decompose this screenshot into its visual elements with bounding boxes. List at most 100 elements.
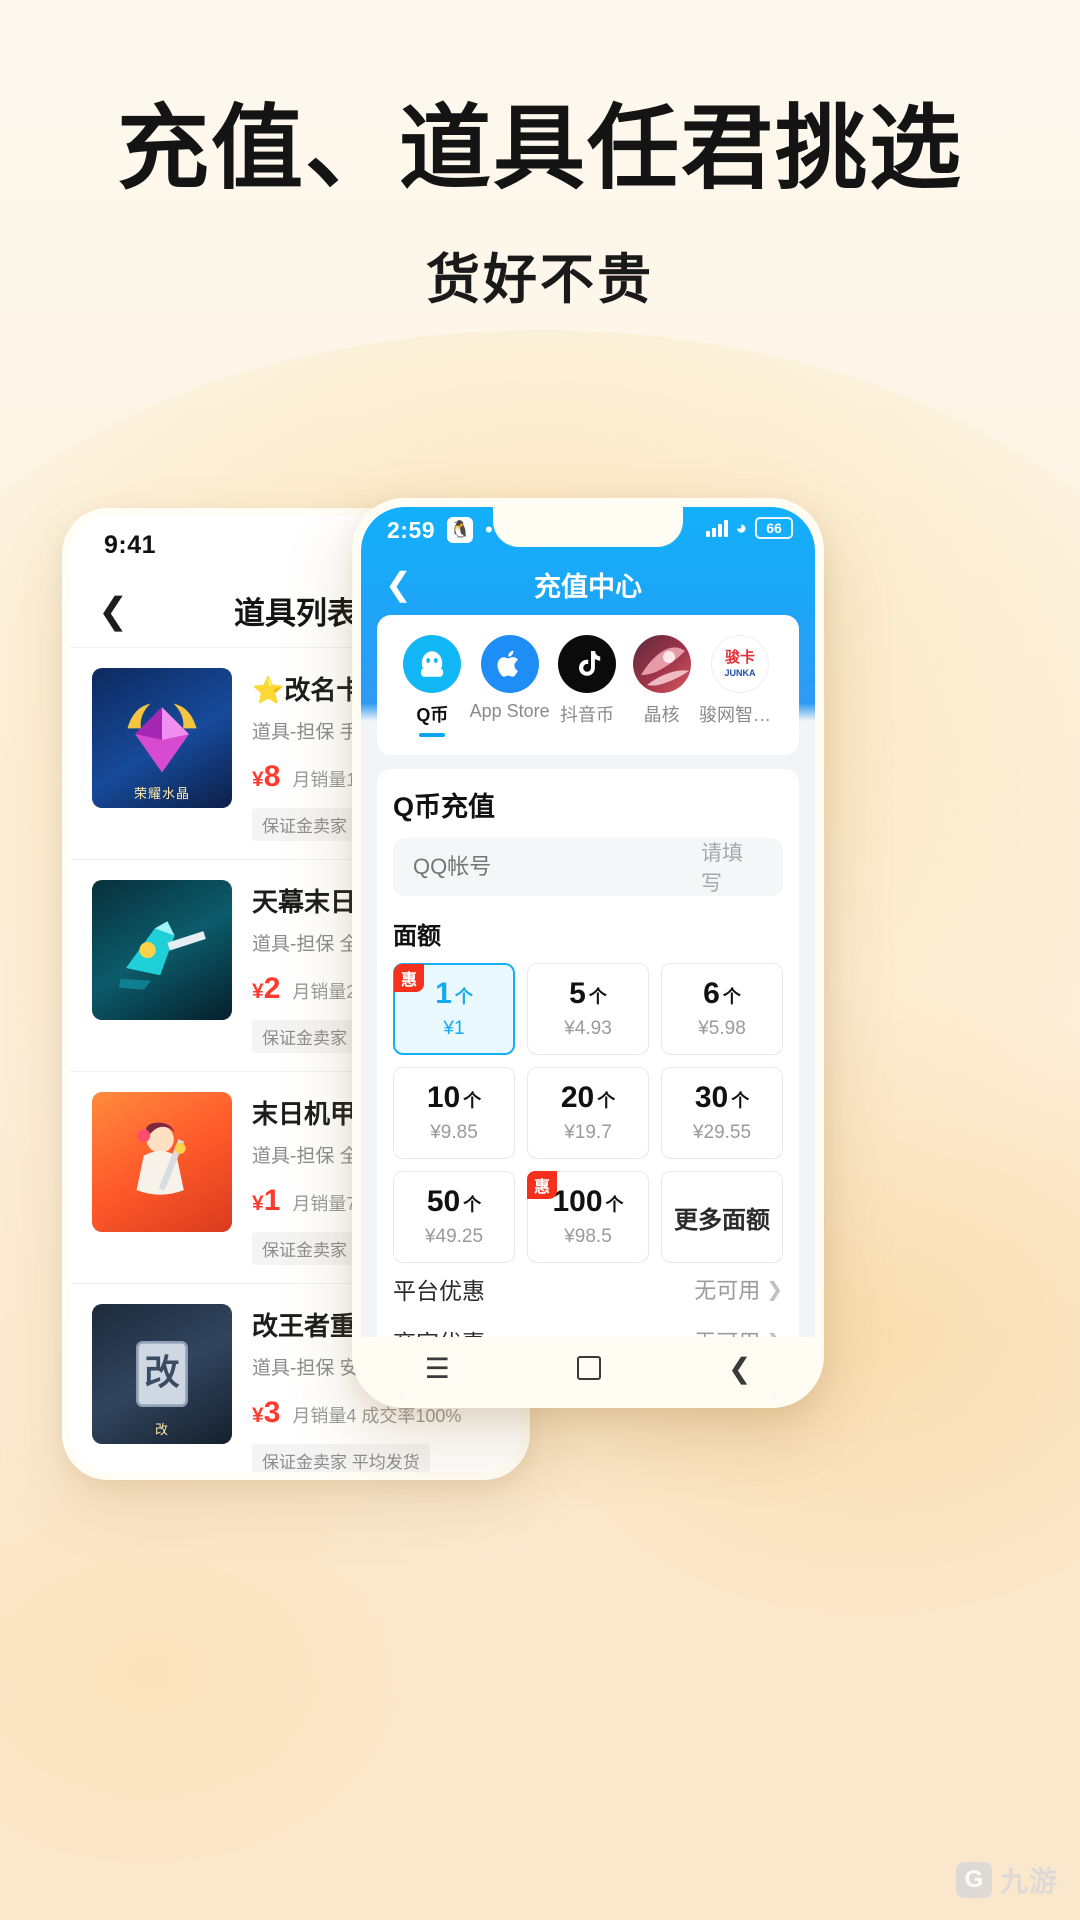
svg-text:JUNKA: JUNKA (724, 668, 756, 678)
promo-value-wrap: 无可用 ❯ (694, 1273, 783, 1305)
amount-value: 50 (426, 1184, 461, 1218)
currency-symbol: ¥ (252, 1404, 264, 1427)
more-denominations-label: 更多面额 (674, 1206, 770, 1234)
page-subtitle: 货好不贵 (426, 250, 654, 311)
price-value: 3 (263, 1396, 281, 1429)
denomination-price: ¥19.7 (564, 1121, 612, 1143)
status-time: 2:59 (387, 516, 436, 543)
denomination-amount: 5个 (569, 976, 607, 1010)
denomination-price: ¥98.5 (564, 1225, 612, 1247)
qq-icon (403, 635, 462, 693)
promo-label: 平台优惠 (393, 1278, 485, 1304)
amount-value: 1 (435, 976, 452, 1010)
home-square-icon[interactable] (576, 1356, 601, 1380)
page-title: 充值、道具任君挑选 (116, 98, 963, 200)
apple-icon (480, 635, 539, 693)
amount-value: 5 (569, 976, 586, 1010)
denomination-price: ¥5.98 (698, 1017, 746, 1039)
section-title: Q币充值 (393, 792, 496, 822)
denomination-amount: 20 个 (560, 1080, 616, 1114)
item-thumbnail (92, 1092, 232, 1232)
hero-text-block: 充值、道具任君挑选 货好不贵 (0, 98, 1080, 314)
tab-label: Q币 (416, 705, 449, 725)
denomination-price: ¥9.85 (430, 1121, 478, 1143)
tab-label: App Store (469, 701, 550, 721)
qq-account-input[interactable] (413, 854, 701, 880)
douyin-icon (558, 635, 617, 693)
hero-character-icon (136, 1122, 186, 1195)
item-price: ¥8 (252, 760, 280, 794)
status-indicators: ◕ 66 (705, 517, 793, 539)
account-fill-hint: 请填写 (701, 842, 743, 895)
navigation-bar: ❮ 充值中心 (361, 553, 815, 615)
denomination-option[interactable]: 惠 100 个 ¥98.5 (527, 1171, 649, 1263)
denomination-amount: 1个 (435, 976, 473, 1010)
amount-unit: 个 (731, 1090, 750, 1111)
system-navigation-bar: ☰ ❮ (361, 1337, 815, 1399)
more-denominations-option[interactable]: 更多面额 (661, 1171, 783, 1263)
jinghe-game-icon (632, 635, 691, 693)
discount-badge: 惠 (394, 964, 425, 992)
dynamic-island (493, 507, 683, 547)
denomination-option[interactable]: 20 个 ¥19.7 (527, 1067, 649, 1159)
currency-symbol: ¥ (252, 1192, 264, 1215)
rename-card-icon: 改 (136, 1341, 188, 1407)
tab-label: 抖音币 (560, 705, 615, 725)
amount-unit: 个 (597, 1090, 616, 1111)
denomination-grid: 惠 1个 ¥1 5个 ¥4.93 6个 ¥5.98 10 个 ¥9.85 20 … (393, 963, 783, 1263)
signal-bars-icon (705, 519, 728, 537)
douyin-note-glyph (579, 651, 601, 676)
currency-symbol: ¥ (252, 768, 264, 791)
tab-active-underline (419, 733, 446, 737)
tab-appstore[interactable]: App Store (470, 635, 550, 732)
denomination-option[interactable]: 5个 ¥4.93 (527, 963, 649, 1055)
nav-title: 充值中心 (534, 571, 642, 602)
amount-value: 10 (426, 1080, 461, 1114)
denomination-option[interactable]: 30 个 ¥29.55 (661, 1067, 783, 1159)
qq-penguin-icon: 🐧 (447, 517, 474, 543)
tab-label: 骏网智充卡 (698, 705, 781, 725)
denomination-price: ¥1 (443, 1017, 465, 1039)
amount-unit: 个 (605, 1194, 624, 1215)
amount-unit: 个 (722, 986, 741, 1007)
item-thumbnail (92, 880, 232, 1020)
denomination-amount: 50 个 (426, 1184, 482, 1218)
denomination-option[interactable]: 10 个 ¥9.85 (393, 1067, 515, 1159)
jinghe-art-glyph (640, 647, 689, 686)
menu-icon[interactable]: ☰ (425, 1352, 450, 1385)
thumbnail-label: 荣耀水晶 (133, 786, 190, 801)
amount-unit: 个 (463, 1090, 482, 1111)
item-tag-row: 保证金卖家 平均发货 (252, 1444, 500, 1472)
denomination-price: ¥4.93 (564, 1017, 612, 1039)
battery-indicator: 66 (755, 517, 793, 539)
system-back-icon[interactable]: ❮ (728, 1352, 751, 1385)
seller-tag: 保证金卖家 平均发货 (252, 1444, 430, 1472)
junka-icon: 骏卡 JUNKA (710, 635, 769, 693)
tab-jinghe[interactable]: 晶核 (624, 635, 699, 737)
item-price: ¥3 (252, 1396, 280, 1430)
tab-qcoin[interactable]: Q币 (395, 635, 470, 737)
denomination-price: ¥49.25 (424, 1225, 484, 1247)
amount-unit: 个 (463, 1194, 482, 1215)
amount-unit: 个 (454, 986, 473, 1007)
crystal-icon (127, 703, 197, 773)
amount-value: 6 (703, 976, 720, 1010)
apple-glyph (497, 650, 518, 677)
account-input-row[interactable]: 请填写 (393, 838, 783, 896)
denomination-option[interactable]: 50 个 ¥49.25 (393, 1171, 515, 1263)
status-time: 9:41 (104, 530, 157, 559)
tab-underline (470, 728, 550, 732)
tab-underline (550, 733, 625, 737)
payment-method-tabs-card: Q币 App Store 抖音币 晶核 骏卡 JUNKA 骏网智充卡 (377, 615, 799, 755)
platform-promo-row[interactable]: 平台优惠 无可用 ❯ (393, 1263, 783, 1315)
amount-value: 20 (560, 1080, 595, 1114)
tab-junka[interactable]: 骏卡 JUNKA 骏网智充卡 (699, 635, 781, 737)
tab-douyin[interactable]: 抖音币 (550, 635, 625, 737)
denomination-amount: 30 个 (695, 1082, 750, 1113)
svg-text:骏卡: 骏卡 (725, 648, 755, 666)
price-value: 2 (263, 972, 281, 1005)
denomination-option[interactable]: 6个 ¥5.98 (661, 963, 783, 1055)
price-value: 8 (263, 760, 281, 793)
denomination-price: ¥29.55 (692, 1121, 752, 1143)
denomination-option[interactable]: 惠 1个 ¥1 (393, 963, 515, 1055)
